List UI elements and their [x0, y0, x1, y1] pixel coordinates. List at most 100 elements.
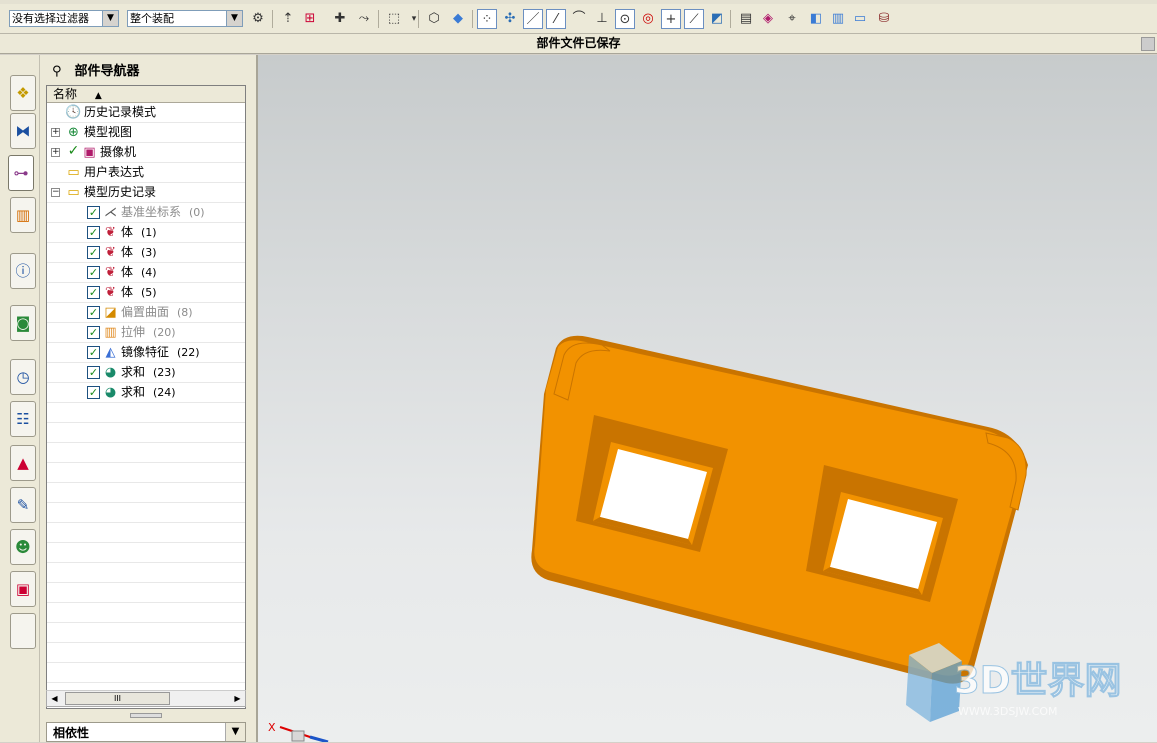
- visibility-checkbox[interactable]: ✓: [67, 144, 80, 159]
- cube-wire-icon[interactable]: ⬡: [424, 9, 444, 29]
- sheet-icon[interactable]: ▭: [850, 9, 870, 29]
- analysis-icon[interactable]: ⌖: [782, 9, 802, 29]
- dropdown-arrow-icon[interactable]: ▾: [404, 9, 424, 29]
- tree-row[interactable]: ✓ ❦ 体 (5): [47, 283, 245, 303]
- tree-row[interactable]: ✓ ◕ 求和 (24): [47, 383, 245, 403]
- feature-name: 基准坐标系: [121, 205, 182, 219]
- chevron-down-icon[interactable]: ▼: [225, 723, 245, 741]
- status-message: 部件文件已保存: [536, 36, 621, 50]
- part-navigator-panel: ⚲ 部件导航器 名称 ▲ 🕓 历史记录模式 + ⊕ 模型视图 + ✓ ▣ 摄像机 ▭ 用户表达式 − ▭…: [40, 55, 258, 742]
- arc-icon[interactable]: ⌒: [569, 9, 589, 29]
- midpoint-icon[interactable]: ✣: [500, 9, 520, 29]
- tree-row[interactable]: ✓ ❦ 体 (3): [47, 243, 245, 263]
- face-icon[interactable]: ◈: [758, 9, 778, 29]
- body-icon: ❦: [105, 225, 116, 240]
- constraint-navigator-icon[interactable]: ⧓: [10, 113, 36, 149]
- expand-icon[interactable]: +: [51, 148, 60, 157]
- tree-row[interactable]: 🕓 历史记录模式: [47, 103, 245, 123]
- visibility-checkbox[interactable]: ✓: [87, 346, 100, 359]
- visibility-checkbox[interactable]: ✓: [87, 306, 100, 319]
- visibility-checkbox[interactable]: ✓: [87, 206, 100, 219]
- watermark-url: WWW.3DSJW.COM: [958, 705, 1058, 718]
- point-on-curve-icon[interactable]: ⟋: [684, 9, 704, 29]
- line-icon[interactable]: ／: [523, 9, 543, 29]
- cube-solid-icon[interactable]: ◆: [448, 9, 468, 29]
- web-browser-icon[interactable]: ◙: [10, 305, 36, 341]
- tree-row-label: 模型历史记录: [84, 183, 156, 202]
- part-navigator-icon[interactable]: ⊶: [8, 155, 34, 191]
- tree-row[interactable]: + ✓ ▣ 摄像机: [47, 143, 245, 163]
- visibility-checkbox[interactable]: ✓: [87, 246, 100, 259]
- tools-icon[interactable]: ⛁: [874, 9, 894, 29]
- tree-row[interactable]: ✓ ◪ 偏置曲面 (8): [47, 303, 245, 323]
- roles-icon[interactable]: ✎: [10, 487, 36, 523]
- panel-splitter[interactable]: [130, 713, 162, 718]
- visualization-icon[interactable]: ▲: [10, 445, 36, 481]
- quadrant-icon[interactable]: ◎: [638, 9, 658, 29]
- feature-select-icon[interactable]: ⊞: [300, 9, 320, 29]
- expand-icon[interactable]: +: [51, 128, 60, 137]
- tangent-icon[interactable]: ⊥: [592, 9, 612, 29]
- feature-name: 体: [121, 265, 134, 279]
- feature-id: (4): [141, 266, 157, 279]
- navigator-tree[interactable]: 名称 ▲ 🕓 历史记录模式 + ⊕ 模型视图 + ✓ ▣ 摄像机 ▭ 用户表达式 − ▭ 模型历史记录 ✓ ⋌…: [46, 85, 246, 709]
- visibility-checkbox[interactable]: ✓: [87, 326, 100, 339]
- model-canvas[interactable]: X 3D世界网 WWW.3DSJW.COM: [258, 55, 1157, 742]
- plane-icon[interactable]: ◩: [707, 9, 727, 29]
- axis-x-label: X: [268, 721, 276, 734]
- column-header-name[interactable]: 名称 ▲: [47, 86, 245, 103]
- empty-row: [47, 403, 245, 423]
- assembly-navigator-icon[interactable]: ❖: [10, 75, 36, 111]
- tree-row[interactable]: − ▭ 模型历史记录: [47, 183, 245, 203]
- collapse-icon[interactable]: −: [51, 188, 60, 197]
- tree-row[interactable]: ✓ ❦ 体 (4): [47, 263, 245, 283]
- shade-icon[interactable]: ◧: [806, 9, 826, 29]
- tangent-line-icon[interactable]: ⁄: [546, 9, 566, 29]
- visibility-checkbox[interactable]: ✓: [87, 386, 100, 399]
- horizontal-scrollbar[interactable]: ◀ III ▶: [46, 690, 246, 707]
- blank-tab-icon[interactable]: [10, 613, 36, 649]
- info-icon[interactable]: ⓘ: [10, 253, 36, 289]
- process-studio-icon[interactable]: ☷: [10, 401, 36, 437]
- chevron-down-icon[interactable]: ▼: [226, 11, 242, 26]
- visibility-checkbox[interactable]: ✓: [87, 266, 100, 279]
- selection-filter-dropdown[interactable]: 没有选择过滤器 ▼: [9, 10, 119, 27]
- chart-icon[interactable]: ▥: [828, 9, 848, 29]
- scroll-left-icon[interactable]: ◀: [47, 691, 62, 706]
- tree-row[interactable]: ▭ 用户表达式: [47, 163, 245, 183]
- tree-row[interactable]: ✓ ◕ 求和 (23): [47, 363, 245, 383]
- history-icon[interactable]: ◷: [10, 359, 36, 395]
- select-point-icon[interactable]: ✚: [330, 9, 350, 29]
- system-materials-icon[interactable]: ☻: [10, 529, 36, 565]
- tree-row[interactable]: ✓ ◭ 镜像特征 (22): [47, 343, 245, 363]
- palette-icon[interactable]: ▣: [10, 571, 36, 607]
- assembly-scope-dropdown[interactable]: 整个装配 ▼: [127, 10, 243, 27]
- dependency-panel-header[interactable]: 相依性 ▼: [46, 722, 246, 742]
- scroll-right-icon[interactable]: ▶: [230, 691, 245, 706]
- pin-icon[interactable]: ⚲: [52, 61, 70, 83]
- book-icon[interactable]: ▤: [736, 9, 756, 29]
- scrollbar-thumb[interactable]: III: [65, 692, 170, 705]
- graphics-window[interactable]: X 3D世界网 WWW.3DSJW.COM: [258, 55, 1157, 742]
- rectangle-select-icon[interactable]: ⬚: [384, 9, 404, 29]
- select-tool-icon[interactable]: ⇡: [278, 9, 298, 29]
- visibility-checkbox[interactable]: ✓: [87, 366, 100, 379]
- chevron-down-icon[interactable]: ▼: [102, 11, 118, 26]
- visibility-checkbox[interactable]: ✓: [87, 286, 100, 299]
- circle-center-icon[interactable]: ⊙: [615, 9, 635, 29]
- reuse-library-icon[interactable]: ▥: [10, 197, 36, 233]
- tree-row[interactable]: ✓ ▥ 拉伸 (20): [47, 323, 245, 343]
- intersection-icon[interactable]: +: [661, 9, 681, 29]
- tree-row[interactable]: + ⊕ 模型视图: [47, 123, 245, 143]
- feature-name: 求和: [121, 385, 146, 399]
- status-grip-icon[interactable]: [1141, 37, 1155, 51]
- navigator-title-bar: ⚲ 部件导航器: [40, 61, 256, 83]
- folder-open-icon: ▭: [67, 185, 80, 200]
- filter-settings-icon[interactable]: ⚙: [248, 9, 268, 29]
- tree-row[interactable]: ✓ ❦ 体 (1): [47, 223, 245, 243]
- select-curve-icon[interactable]: ⤳: [354, 9, 374, 29]
- part-model[interactable]: [531, 335, 1028, 684]
- tree-row[interactable]: ✓ ⋌ 基准坐标系 (0): [47, 203, 245, 223]
- endpoint-icon[interactable]: ⁘: [477, 9, 497, 29]
- visibility-checkbox[interactable]: ✓: [87, 226, 100, 239]
